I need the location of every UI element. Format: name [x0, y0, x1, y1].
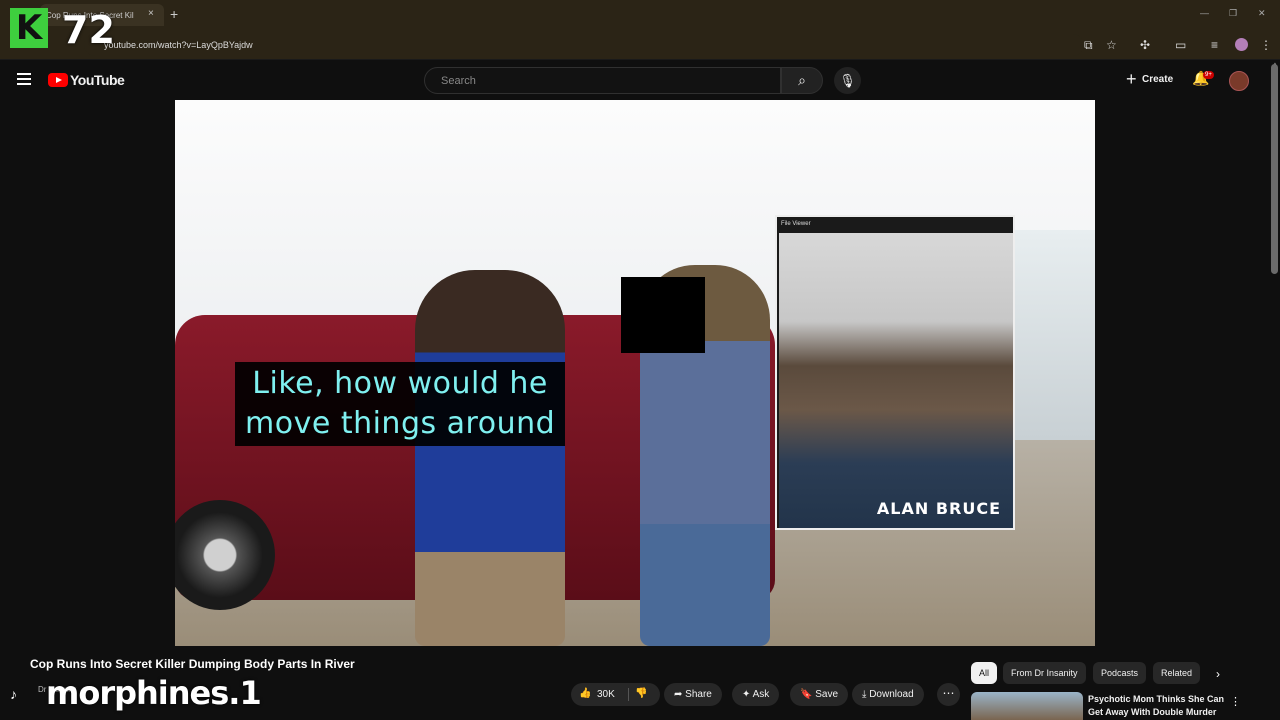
ask-button[interactable]: ✦ Ask — [732, 683, 780, 706]
chip-related[interactable]: Related — [1153, 662, 1201, 684]
like-count[interactable]: 30K — [597, 689, 615, 700]
minimize-icon[interactable]: — — [1200, 8, 1209, 18]
page-scrollbar[interactable] — [1271, 64, 1278, 274]
hamburger-menu-icon[interactable] — [17, 73, 31, 85]
watermark-text: morphines.1 — [46, 674, 262, 712]
recommendation-title[interactable]: Psychotic Mom Thinks She Can Get Away Wi… — [1088, 693, 1228, 719]
sparkle-icon: ✦ — [742, 689, 751, 700]
tab-close-icon[interactable]: × — [148, 8, 154, 19]
install-app-icon[interactable]: ⧉ — [1084, 38, 1093, 53]
more-actions-button[interactable]: ⋯ — [937, 683, 960, 706]
search-icon: ⌕ — [798, 72, 806, 88]
new-tab-button[interactable]: + — [170, 6, 178, 22]
chip-all[interactable]: All — [971, 662, 998, 684]
chevron-right-icon[interactable]: › — [1216, 667, 1220, 681]
recommendation-thumbnail[interactable] — [971, 692, 1083, 720]
streamer-logo: K — [10, 8, 48, 48]
address-bar[interactable]: youtube.com/watch?v=LayQpBYajdw — [84, 34, 1084, 56]
youtube-header: YouTube ⌕ 🎙 + Create 🔔 9+ — [0, 60, 1280, 100]
chip-podcasts[interactable]: Podcasts — [1093, 662, 1147, 684]
download-label: Download — [869, 689, 914, 700]
like-icon[interactable]: 👍 — [579, 688, 591, 699]
share-icon: ➦ — [674, 689, 683, 700]
browser-tab-strip: Cop Runs Into Secret Kil × + — ❐ ✕ — [0, 0, 1280, 30]
video-player[interactable]: Like, how would he move things around Fi… — [175, 100, 1095, 646]
plus-icon: + — [1126, 69, 1137, 89]
browser-toolbar: youtube.com/watch?v=LayQpBYajdw ⧉ ☆ ✣ ▭ … — [0, 30, 1280, 60]
browser-profile-avatar[interactable] — [1235, 38, 1248, 51]
video-caption: Like, how would he move things around — [235, 362, 566, 446]
share-label: Share — [685, 689, 712, 700]
bookmark-star-icon[interactable]: ☆ — [1106, 38, 1117, 52]
pip-name-label: ALAN BRUCE — [876, 499, 1001, 518]
chip-from-channel[interactable]: From Dr Insanity — [1003, 662, 1086, 684]
notification-badge: 9+ — [1203, 71, 1214, 79]
streamer-counter: 72 — [62, 8, 115, 52]
more-icon: ⋯ — [942, 686, 955, 700]
voice-search-button[interactable]: 🎙 — [834, 67, 861, 94]
censor-block — [621, 277, 705, 353]
caption-line: Like, how would he — [252, 366, 548, 401]
bookmark-icon: 🔖 — [800, 689, 813, 700]
extensions-icon[interactable]: ✣ — [1140, 38, 1150, 52]
save-label: Save — [815, 689, 839, 700]
save-button[interactable]: 🔖 Save — [790, 683, 849, 706]
create-button[interactable]: + Create — [1120, 68, 1182, 92]
youtube-brand[interactable]: YouTube — [70, 72, 125, 88]
like-divider — [628, 688, 629, 701]
search-input[interactable] — [425, 68, 780, 93]
url-text: youtube.com/watch?v=LayQpBYajdw — [104, 40, 253, 50]
recommendation-menu-icon[interactable]: ⋮ — [1230, 695, 1241, 708]
download-icon: ⤓ — [862, 689, 867, 700]
search-box — [424, 67, 781, 94]
microphone-icon: 🎙 — [839, 73, 856, 88]
youtube-logo-icon[interactable] — [48, 73, 68, 87]
video-title: Cop Runs Into Secret Killer Dumping Body… — [30, 657, 355, 671]
picture-in-picture-panel: File Viewer ALAN BRUCE — [775, 215, 1015, 530]
split-view-icon[interactable]: ▭ — [1175, 38, 1186, 52]
ask-label: Ask — [752, 689, 770, 700]
video-scene-person — [415, 270, 565, 646]
pip-title: File Viewer — [781, 221, 811, 227]
close-window-icon[interactable]: ✕ — [1258, 8, 1266, 19]
create-label: Create — [1142, 74, 1174, 85]
share-button[interactable]: ➦ Share — [664, 683, 722, 706]
reading-list-icon[interactable]: ≡ — [1211, 38, 1218, 52]
download-button[interactable]: ⤓ Download — [852, 683, 924, 706]
search-button[interactable]: ⌕ — [781, 67, 823, 94]
maximize-icon[interactable]: ❐ — [1229, 8, 1237, 19]
user-avatar[interactable] — [1229, 71, 1249, 91]
video-scene-van — [1013, 230, 1095, 440]
tiktok-icon: ♪ — [10, 686, 17, 702]
like-dislike-group: 👍 30K 👎 — [571, 683, 660, 706]
caption-line: move things around — [245, 406, 556, 441]
dislike-icon[interactable]: 👎 — [635, 688, 647, 699]
pip-face-image — [779, 233, 1013, 528]
browser-menu-icon[interactable]: ⋮ — [1260, 38, 1272, 52]
